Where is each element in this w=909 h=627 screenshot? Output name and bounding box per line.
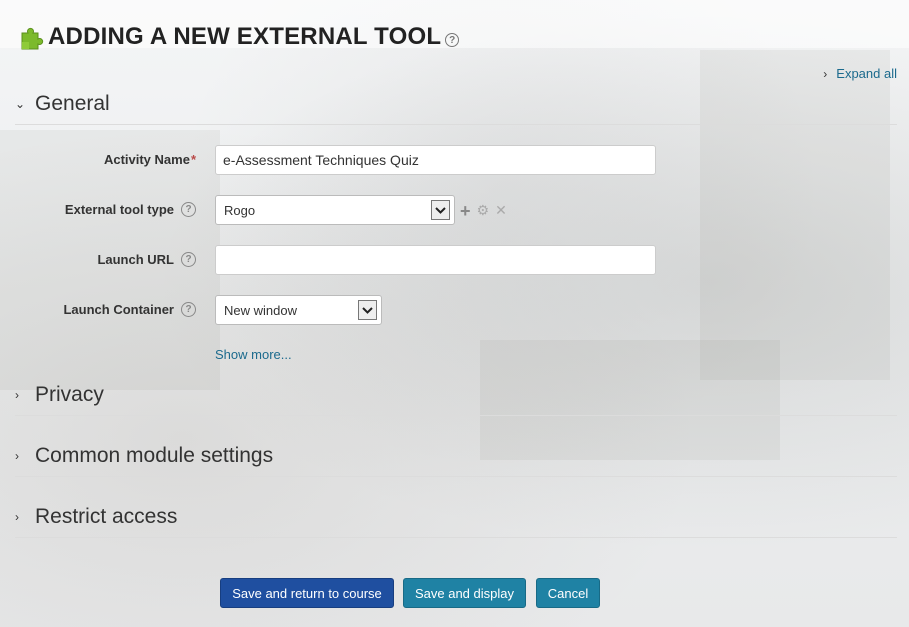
chevron-right-icon: › [15, 510, 19, 524]
gear-icon[interactable]: ⚙ [477, 202, 490, 219]
chevron-right-icon: › [15, 449, 19, 463]
chevron-right-icon: › [823, 66, 828, 81]
expand-all-link[interactable]: › Expand all [823, 66, 897, 81]
activity-name-input[interactable] [215, 145, 656, 175]
section-restrict-access: › Restrict access [15, 502, 897, 538]
section-privacy: › Privacy [15, 380, 897, 416]
launch-url-label: Launch URL ? [97, 252, 196, 267]
tool-type-label: External tool type ? [65, 202, 196, 217]
launch-container-label-text: Launch Container [63, 302, 174, 317]
section-restrict-title: Restrict access [35, 505, 178, 528]
help-icon[interactable]: ? [445, 33, 460, 47]
tool-type-value: Rogo [224, 203, 256, 218]
required-marker: * [190, 152, 196, 167]
close-icon[interactable]: ✕ [495, 202, 507, 219]
launch-url-row: Launch URL ? [0, 245, 909, 275]
launch-url-label-text: Launch URL [97, 252, 174, 267]
expand-all-label: Expand all [836, 66, 897, 81]
tool-type-select[interactable]: Rogo [215, 195, 455, 225]
tool-type-row: External tool type ? Rogo + ⚙ ✕ [0, 195, 909, 225]
chevron-down-icon [358, 300, 377, 320]
page-header: ADDING A NEW EXTERNAL TOOL ? [18, 22, 460, 52]
save-and-return-button[interactable]: Save and return to course [220, 578, 394, 608]
help-icon[interactable]: ? [181, 302, 196, 317]
add-icon[interactable]: + [460, 202, 471, 220]
launch-url-input[interactable] [215, 245, 656, 275]
puzzle-icon [21, 27, 44, 50]
section-privacy-toggle[interactable]: › Privacy [15, 380, 897, 410]
section-general-toggle[interactable]: ⌄ General [15, 89, 897, 119]
activity-name-row: Activity Name * [0, 145, 909, 175]
section-common-toggle[interactable]: › Common module settings [15, 441, 897, 471]
help-icon[interactable]: ? [181, 202, 196, 217]
section-restrict-toggle[interactable]: › Restrict access [15, 502, 897, 532]
chevron-down-icon: ⌄ [15, 97, 26, 111]
chevron-right-icon: › [15, 388, 19, 402]
tool-actions: + ⚙ ✕ [460, 202, 507, 220]
launch-container-value: New window [224, 303, 297, 318]
save-and-display-button[interactable]: Save and display [403, 578, 526, 608]
section-privacy-title: Privacy [35, 383, 104, 406]
cancel-button[interactable]: Cancel [536, 578, 600, 608]
launch-container-label: Launch Container ? [63, 302, 196, 317]
section-general-title: General [35, 92, 110, 115]
activity-name-label-text: Activity Name [103, 152, 190, 167]
launch-container-select[interactable]: New window [215, 295, 382, 325]
chevron-down-icon [431, 200, 450, 220]
tool-type-label-text: External tool type [64, 202, 174, 217]
launch-container-row: Launch Container ? New window [0, 295, 909, 325]
activity-name-label: Activity Name * [104, 152, 196, 167]
section-common-module-settings: › Common module settings [15, 441, 897, 477]
section-common-title: Common module settings [35, 444, 274, 467]
page: ADDING A NEW EXTERNAL TOOL ? › Expand al… [0, 0, 909, 627]
section-general: ⌄ General [15, 89, 897, 125]
help-icon[interactable]: ? [181, 252, 196, 267]
page-title: ADDING A NEW EXTERNAL TOOL [48, 23, 442, 50]
show-more-link[interactable]: Show more... [215, 347, 292, 362]
